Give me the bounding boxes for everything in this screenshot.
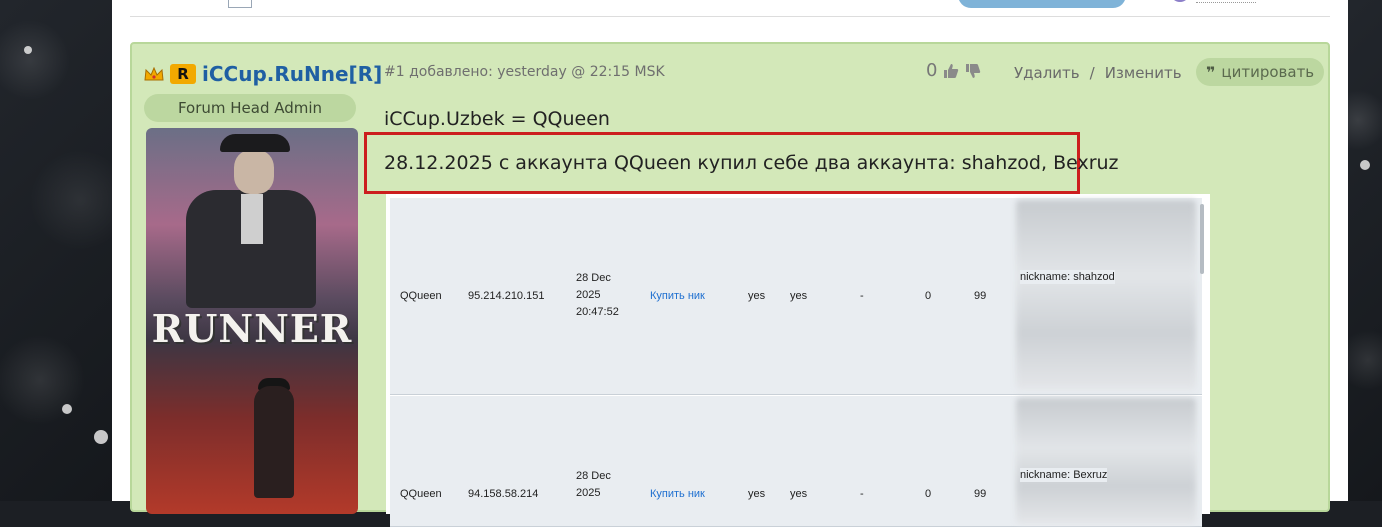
role-badge: Forum Head Admin xyxy=(144,94,356,122)
avatar-figure-shirt xyxy=(241,194,263,244)
date-line: 20:47:52 xyxy=(576,306,619,318)
flag-cell: yes xyxy=(790,290,808,302)
table-row: QQueen 94.158.58.214 28 Dec 2025 Купить … xyxy=(390,396,1202,527)
background-left xyxy=(0,0,112,501)
checkbox[interactable] xyxy=(228,0,252,8)
blurred-region xyxy=(1016,398,1196,524)
post-text-line: iCCup.Uzbek = QQueen xyxy=(384,108,610,130)
date-line: 2025 xyxy=(576,289,601,301)
nickname-cell: nickname: shahzod xyxy=(1020,270,1115,284)
ip-cell: 94.158.58.214 xyxy=(468,488,539,500)
author-username[interactable]: iCCup.RuNne[R] xyxy=(202,62,382,86)
avatar-figure-small xyxy=(254,386,294,498)
top-toolbar xyxy=(130,0,1330,17)
number-cell: 0 xyxy=(925,488,932,500)
vote-area: 0 xyxy=(926,60,981,81)
quote-icon: ❞ xyxy=(1206,62,1216,82)
vote-count: 0 xyxy=(926,60,938,81)
post-meta: #1 добавлено: yesterday @ 22:15 MSK xyxy=(384,64,665,80)
thumbs-up-icon[interactable] xyxy=(943,63,959,79)
user-avatar[interactable]: RUNNER xyxy=(146,128,358,514)
bg-dot xyxy=(94,430,108,444)
flag-cell: yes xyxy=(790,488,808,500)
action-link[interactable]: Купить ник xyxy=(650,488,705,500)
post-actions: Удалить / Изменить xyxy=(1014,64,1182,82)
account-cell: QQueen xyxy=(400,488,442,500)
bg-dot xyxy=(1360,160,1370,170)
rank-icon: R xyxy=(170,64,196,84)
crown-icon xyxy=(144,67,164,81)
dash-cell: - xyxy=(860,290,864,302)
delete-link[interactable]: Удалить xyxy=(1014,64,1080,82)
date-line: 2025 xyxy=(576,487,601,499)
blurred-region xyxy=(1016,200,1196,390)
flag-cell: yes xyxy=(748,488,766,500)
number-cell: 99 xyxy=(974,290,987,302)
avatar-title: RUNNER xyxy=(151,306,353,351)
page-content: R iCCup.RuNne[R] Forum Head Admin RUNNER… xyxy=(112,0,1348,527)
date-cell: 28 Dec 2025 20:47:52 xyxy=(576,270,619,321)
account-cell: QQueen xyxy=(400,290,442,302)
nickname-cell: nickname: Bexruz xyxy=(1020,468,1108,482)
table-row: QQueen 95.214.210.151 28 Dec 2025 20:47:… xyxy=(390,198,1204,395)
embedded-screenshot[interactable]: QQueen 95.214.210.151 28 Dec 2025 20:47:… xyxy=(386,194,1210,527)
quote-label: цитировать xyxy=(1221,63,1315,81)
date-line: 28 Dec xyxy=(576,272,611,284)
bg-dot xyxy=(24,46,32,54)
actions-separator: / xyxy=(1089,64,1095,82)
avatar-figure-face xyxy=(234,150,274,194)
flag-cell: yes xyxy=(748,290,766,302)
number-cell: 0 xyxy=(925,290,932,302)
quote-button[interactable]: ❞ цитировать xyxy=(1196,58,1325,86)
action-link[interactable]: Купить ник xyxy=(650,290,705,302)
number-cell: 99 xyxy=(974,488,987,500)
author-header: R iCCup.RuNne[R] xyxy=(144,62,382,86)
avatar[interactable] xyxy=(1170,0,1190,2)
thumbs-down-icon[interactable] xyxy=(965,63,981,79)
avatar-figure-hat xyxy=(220,134,290,152)
bg-dot xyxy=(62,404,72,414)
post-text-line: 28.12.2025 с аккаунта QQueen купил себе … xyxy=(384,152,1119,174)
dash-cell: - xyxy=(860,488,864,500)
date-cell: 28 Dec 2025 xyxy=(576,468,611,502)
edit-link[interactable]: Изменить xyxy=(1105,64,1182,82)
toolbar-link[interactable] xyxy=(1196,2,1256,3)
background-right xyxy=(1348,0,1382,501)
date-line: 28 Dec xyxy=(576,470,611,482)
reply-button[interactable] xyxy=(958,0,1126,8)
forum-post: R iCCup.RuNne[R] Forum Head Admin RUNNER… xyxy=(130,42,1330,527)
scrollbar[interactable] xyxy=(1200,204,1204,274)
ip-cell: 95.214.210.151 xyxy=(468,290,545,302)
